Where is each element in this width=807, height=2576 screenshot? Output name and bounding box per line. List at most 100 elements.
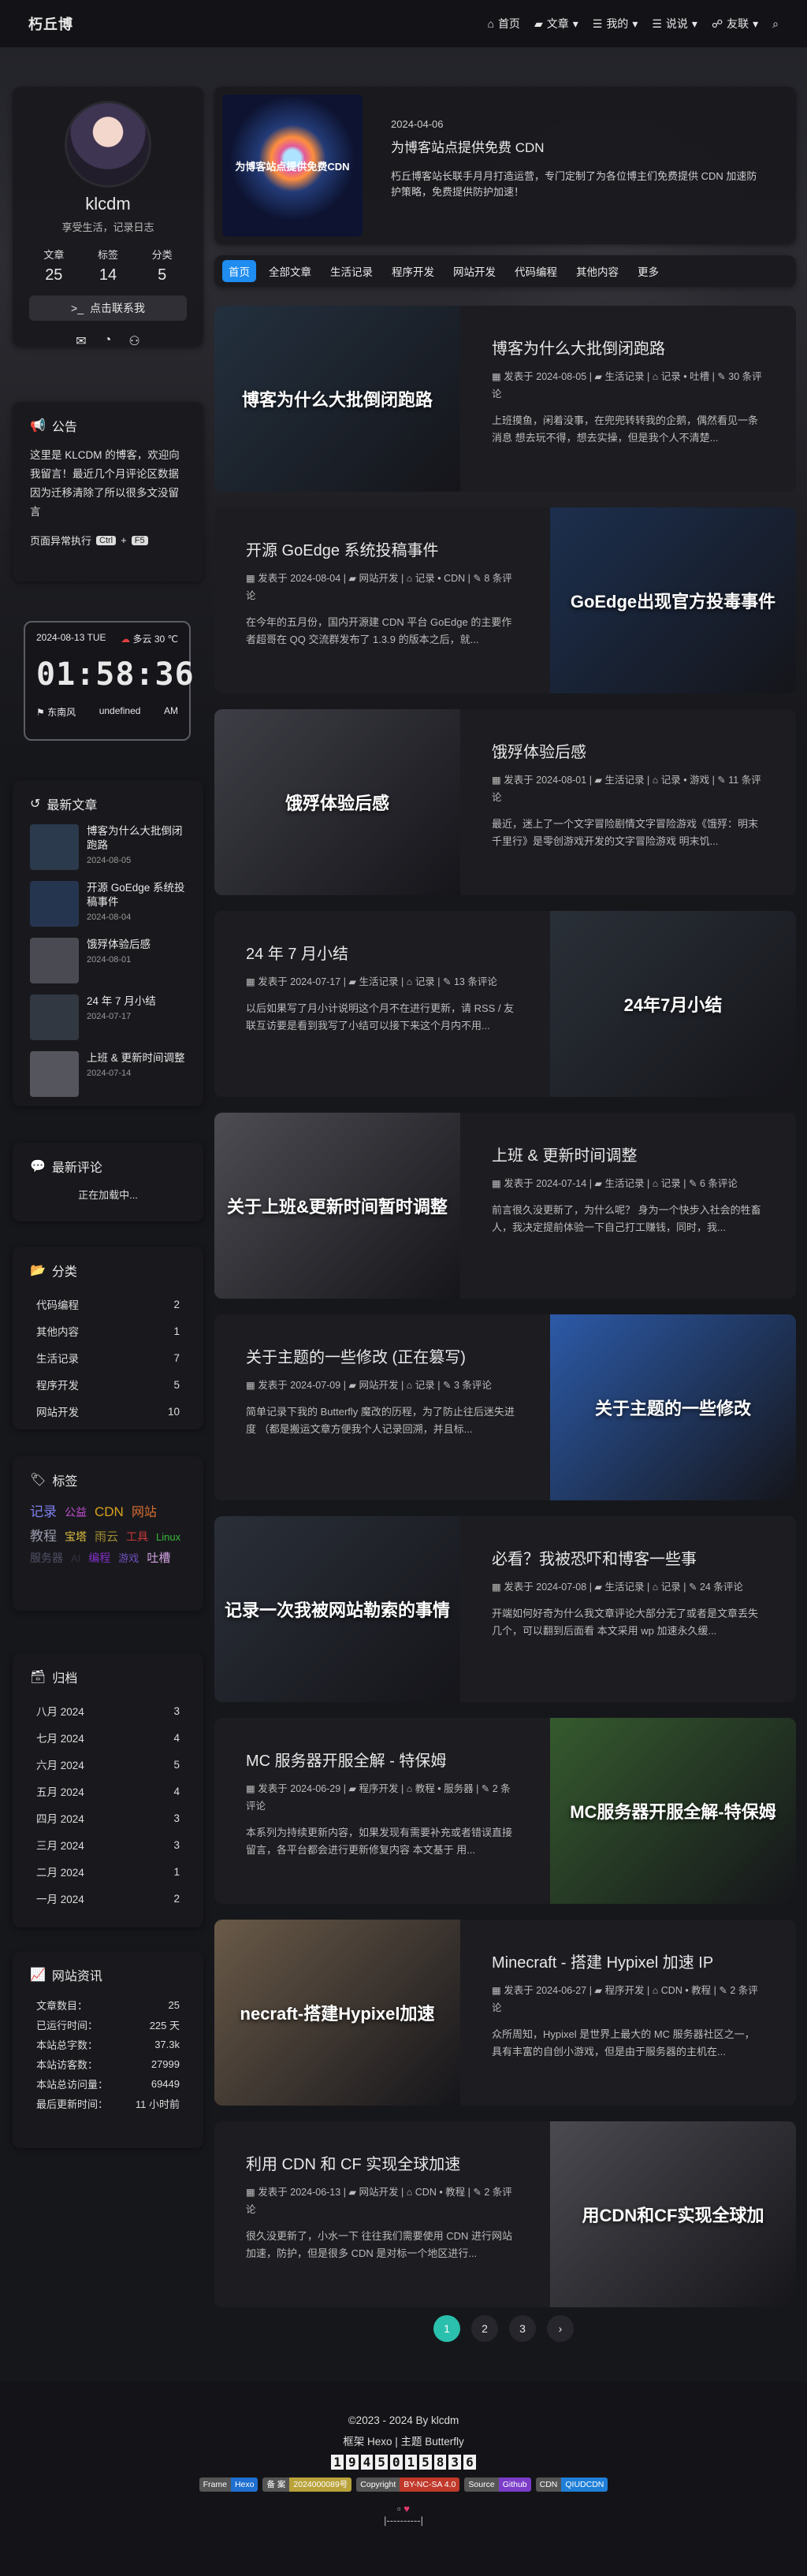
post-title[interactable]: MC 服务器开服全解 - 特保姆: [246, 1748, 519, 1771]
post-tags[interactable]: 记录: [415, 976, 435, 987]
recent-post-item[interactable]: 饿殍体验后感 2024-08-01: [30, 938, 186, 983]
footer-badge[interactable]: 备 案 2024000089号: [262, 2477, 352, 2492]
rss-icon[interactable]: ◔: [104, 333, 112, 349]
category-item[interactable]: 代码编程 2: [30, 1291, 186, 1318]
recent-post-item[interactable]: 上班 & 更新时间调整 2024-07-14: [30, 1051, 186, 1097]
mail-icon[interactable]: ✉: [76, 333, 86, 349]
next-page-button[interactable]: ›: [547, 2315, 574, 2342]
archive-item[interactable]: 六月 2024 5: [30, 1751, 186, 1778]
post-card[interactable]: 博客为什么大批倒闭跑路 博客为什么大批倒闭跑路 ▦ 发表于 2024-08-05 |…: [214, 306, 796, 492]
archive-item[interactable]: 二月 2024 1: [30, 1858, 186, 1885]
recent-post-title[interactable]: 上班 & 更新时间调整: [87, 1051, 185, 1065]
post-comments[interactable]: 24 条评论: [700, 1582, 743, 1593]
post-comments[interactable]: 3 条评论: [454, 1380, 492, 1391]
stat-categories[interactable]: 分类 5: [152, 247, 173, 284]
sitemap-icon[interactable]: ⚇: [128, 333, 139, 349]
category-tab[interactable]: 首页: [222, 260, 256, 282]
recent-post-thumbnail[interactable]: [30, 1051, 79, 1097]
image-icon[interactable]: ▫: [397, 2503, 401, 2515]
post-category[interactable]: 程序开发: [605, 1985, 645, 1996]
category-item[interactable]: 其他内容 1: [30, 1318, 186, 1344]
tag-link[interactable]: 宝塔: [65, 1529, 87, 1544]
post-cover[interactable]: 关于主题的一些修改: [550, 1314, 796, 1500]
recent-post-thumbnail[interactable]: [30, 824, 79, 870]
post-cover[interactable]: 关于上班&更新时间暂时调整: [214, 1113, 460, 1299]
tag-link[interactable]: 吐槽: [147, 1549, 170, 1566]
post-card[interactable]: 用CDN和CF实现全球加 利用 CDN 和 CF 实现全球加速 ▦ 发表于 2024…: [214, 2121, 796, 2307]
tag-link[interactable]: 网站: [132, 1501, 157, 1520]
post-card[interactable]: 关于主题的一些修改 关于主题的一些修改 (正在篡写) ▦ 发表于 2024-07-0…: [214, 1314, 796, 1500]
post-cover[interactable]: necraft-搭建Hypixel加速: [214, 1920, 460, 2106]
recent-post-item[interactable]: 24 年 7 月小结 2024-07-17: [30, 994, 186, 1040]
archive-item[interactable]: 七月 2024 4: [30, 1724, 186, 1751]
post-title[interactable]: 24 年 7 月小结: [246, 941, 519, 964]
post-tags[interactable]: 记录: [661, 1178, 681, 1189]
post-title[interactable]: 开源 GoEdge 系统投稿事件: [246, 537, 519, 560]
category-item[interactable]: 程序开发 5: [30, 1371, 186, 1398]
footer-badge[interactable]: CDN QIUDCDN: [535, 2477, 608, 2492]
post-tags[interactable]: 教程 • 服务器: [415, 1783, 474, 1794]
page-button[interactable]: 1: [433, 2315, 460, 2342]
post-tags[interactable]: 记录 • 吐槽: [661, 371, 709, 382]
post-category[interactable]: 网站开发: [359, 2187, 399, 2198]
post-cover[interactable]: 24年7月小结: [550, 911, 796, 1097]
post-card[interactable]: necraft-搭建Hypixel加速 Minecraft - 搭建 Hypixe…: [214, 1920, 796, 2106]
post-comments[interactable]: 13 条评论: [454, 976, 497, 987]
tag-link[interactable]: 编程: [88, 1550, 110, 1566]
post-category[interactable]: 生活记录: [359, 976, 399, 987]
featured-image[interactable]: 为博客站点提供免费CDN: [222, 95, 363, 236]
heart-icon[interactable]: ♥: [404, 2503, 410, 2515]
footer-badge[interactable]: Copyright BY-NC-SA 4.0: [356, 2477, 460, 2492]
post-card[interactable]: 饿殍体验后感 饿殍体验后感 ▦ 发表于 2024-08-01 | ▰ 生活记录 | …: [214, 709, 796, 895]
post-title[interactable]: 上班 & 更新时间调整: [492, 1143, 764, 1165]
page-button[interactable]: 2: [471, 2315, 498, 2342]
post-tags[interactable]: 记录: [415, 1380, 435, 1391]
post-tags[interactable]: 记录 • CDN: [415, 573, 465, 584]
stat-articles[interactable]: 文章 25: [43, 247, 64, 284]
post-tags[interactable]: CDN • 教程: [661, 1985, 711, 1996]
post-cover[interactable]: 饿殍体验后感: [214, 709, 460, 895]
post-title[interactable]: Minecraft - 搭建 Hypixel 加速 IP: [492, 1950, 764, 1972]
featured-title[interactable]: 为博客站点提供免费 CDN: [391, 136, 760, 156]
post-tags[interactable]: 记录 • 游戏: [661, 775, 709, 786]
post-category[interactable]: 程序开发: [359, 1783, 399, 1794]
search-icon[interactable]: ⌕: [772, 17, 779, 31]
archive-item[interactable]: 一月 2024 2: [30, 1885, 186, 1912]
recent-post-item[interactable]: 开源 GoEdge 系统投稿事件 2024-08-04: [30, 881, 186, 927]
post-category[interactable]: 生活记录: [605, 1178, 645, 1189]
post-card[interactable]: 24年7月小结 24 年 7 月小结 ▦ 发表于 2024-07-17 | ▰ 生活…: [214, 911, 796, 1097]
post-title[interactable]: 博客为什么大批倒闭跑路: [492, 336, 764, 359]
post-title[interactable]: 关于主题的一些修改 (正在篡写): [246, 1344, 519, 1367]
tag-link[interactable]: Linux: [156, 1531, 180, 1543]
tag-link[interactable]: 雨云: [95, 1528, 118, 1544]
post-tags[interactable]: 记录: [661, 1582, 681, 1593]
tag-link[interactable]: CDN: [95, 1504, 124, 1520]
nav-item[interactable]: ☍ 友联 ▾: [712, 16, 758, 32]
post-comments[interactable]: 6 条评论: [700, 1178, 738, 1189]
post-category[interactable]: 生活记录: [605, 371, 645, 382]
post-category[interactable]: 生活记录: [605, 775, 645, 786]
post-card[interactable]: 记录一次我被网站勒索的事情 必看？我被恐吓和博客一些事 ▦ 发表于 2024-07-…: [214, 1516, 796, 1702]
post-title[interactable]: 利用 CDN 和 CF 实现全球加速: [246, 2151, 519, 2174]
category-tab[interactable]: 全部文章: [262, 260, 318, 282]
site-brand[interactable]: 朽丘博: [28, 13, 73, 34]
nav-item[interactable]: ☰ 说说 ▾: [652, 16, 697, 32]
recent-post-thumbnail[interactable]: [30, 938, 79, 983]
post-tags[interactable]: CDN • 教程: [415, 2187, 465, 2198]
post-cover[interactable]: 记录一次我被网站勒索的事情: [214, 1516, 460, 1702]
post-title[interactable]: 必看？我被恐吓和博客一些事: [492, 1546, 764, 1569]
recent-post-thumbnail[interactable]: [30, 994, 79, 1040]
tag-link[interactable]: AI: [71, 1552, 80, 1564]
tag-link[interactable]: 教程: [30, 1525, 57, 1544]
recent-post-item[interactable]: 博客为什么大批倒闭跑路 2024-08-05: [30, 824, 186, 870]
post-title[interactable]: 饿殍体验后感: [492, 739, 764, 762]
nav-item[interactable]: ☰ 我的 ▾: [593, 16, 638, 32]
footer-badge[interactable]: Source Github: [464, 2477, 531, 2492]
page-button[interactable]: 3: [509, 2315, 536, 2342]
category-tab[interactable]: 程序开发: [385, 260, 441, 282]
post-category[interactable]: 网站开发: [359, 1380, 399, 1391]
category-tab[interactable]: 更多: [631, 260, 665, 282]
recent-post-thumbnail[interactable]: [30, 881, 79, 927]
nav-item[interactable]: ⌂ 首页: [487, 16, 519, 32]
archive-item[interactable]: 五月 2024 4: [30, 1778, 186, 1805]
